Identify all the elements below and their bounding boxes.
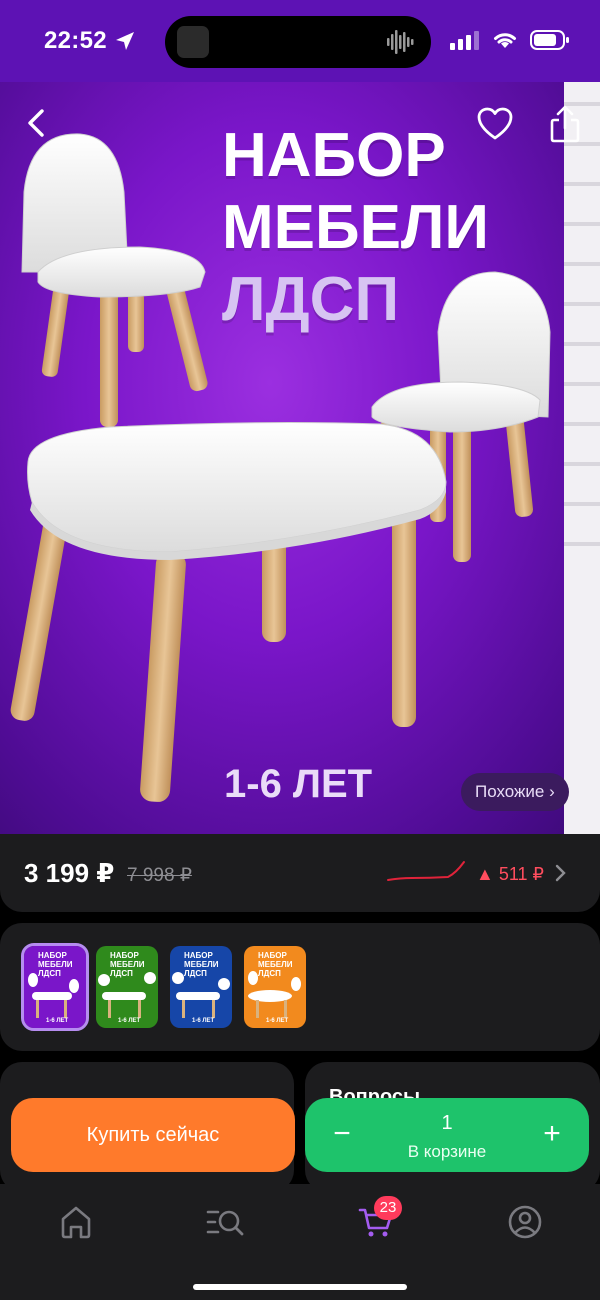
next-image-peek (564, 82, 600, 834)
hero-age-label: 1-6 ЛЕТ (224, 762, 373, 806)
price-history-sparkline[interactable] (386, 860, 466, 886)
variant-furniture-image (172, 972, 230, 1018)
current-price: 3 199 ₽ (24, 858, 115, 888)
variant-furniture-image (28, 973, 79, 1018)
variant-age: 1-6 ЛЕТ (192, 1018, 215, 1024)
cellular-signal-icon (450, 31, 479, 50)
old-price: 7 998 ₽ (127, 865, 192, 886)
now-playing-artwork (177, 26, 209, 58)
battery-icon (530, 30, 569, 50)
hero-headline: НАБОР МЕБЕЛИ ЛДСП (222, 120, 489, 336)
variant-thumbnail[interactable]: НАБОР МЕБЕЛИ ЛДСП 1-6 ЛЕТ (244, 946, 306, 1028)
variant-furniture-image (98, 972, 156, 1018)
hero-title-line: НАБОР (222, 121, 446, 190)
catalog-search-icon[interactable] (204, 1202, 246, 1242)
increase-quantity-button[interactable]: + (537, 1118, 567, 1152)
cart-count-badge: 23 (374, 1196, 402, 1220)
status-bar: 22:52 (0, 0, 600, 82)
buy-now-button[interactable]: Купить сейчас (11, 1098, 295, 1172)
chevron-right-icon[interactable] (554, 863, 568, 883)
variant-thumbnail[interactable]: НАБОР МЕБЕЛИ ЛДСП 1-6 ЛЕТ (170, 946, 232, 1028)
variant-thumbnail[interactable]: НАБОР МЕБЕЛИ ЛДСП 1-6 ЛЕТ (96, 946, 158, 1028)
home-indicator (193, 1284, 407, 1290)
status-time: 22:52 (44, 27, 107, 54)
hero-title-line: ЛДСП (222, 265, 400, 334)
variant-age: 1-6 ЛЕТ (46, 1018, 69, 1024)
home-icon[interactable] (56, 1202, 96, 1242)
price-card: 3 199 ₽ 7 998 ₽ ▲ 511 ₽ (0, 834, 600, 912)
bottom-tab-bar: 23 (0, 1184, 600, 1300)
variant-furniture-image (248, 971, 301, 1018)
variant-selector: НАБОР МЕБЕЛИ ЛДСП 1-6 ЛЕТ НАБОР МЕБЕЛИ ЛДСП … (0, 923, 600, 1051)
profile-icon[interactable] (505, 1202, 545, 1242)
dynamic-island (165, 16, 431, 68)
status-indicators (450, 29, 570, 51)
back-chevron-icon[interactable] (20, 106, 54, 140)
wifi-icon (494, 33, 516, 48)
price-change[interactable]: ▲ 511 ₽ (476, 864, 544, 885)
hero-title-line: МЕБЕЛИ (222, 193, 489, 262)
cart-stepper: − 1 В корзине + (305, 1098, 589, 1172)
location-arrow-icon (116, 32, 134, 50)
similar-products-button[interactable]: Похожие › (461, 773, 569, 811)
share-icon[interactable] (548, 104, 582, 144)
audio-wave-icon (387, 30, 414, 54)
variant-thumbnail[interactable]: НАБОР МЕБЕЛИ ЛДСП 1-6 ЛЕТ (21, 943, 89, 1031)
product-image-gallery[interactable]: НАБОР МЕБЕЛИ ЛДСП 1-6 ЛЕТ Похожие › (0, 82, 600, 834)
heart-icon[interactable] (476, 106, 514, 142)
variant-age: 1-6 ЛЕТ (266, 1018, 289, 1024)
variant-age: 1-6 ЛЕТ (118, 1018, 141, 1024)
